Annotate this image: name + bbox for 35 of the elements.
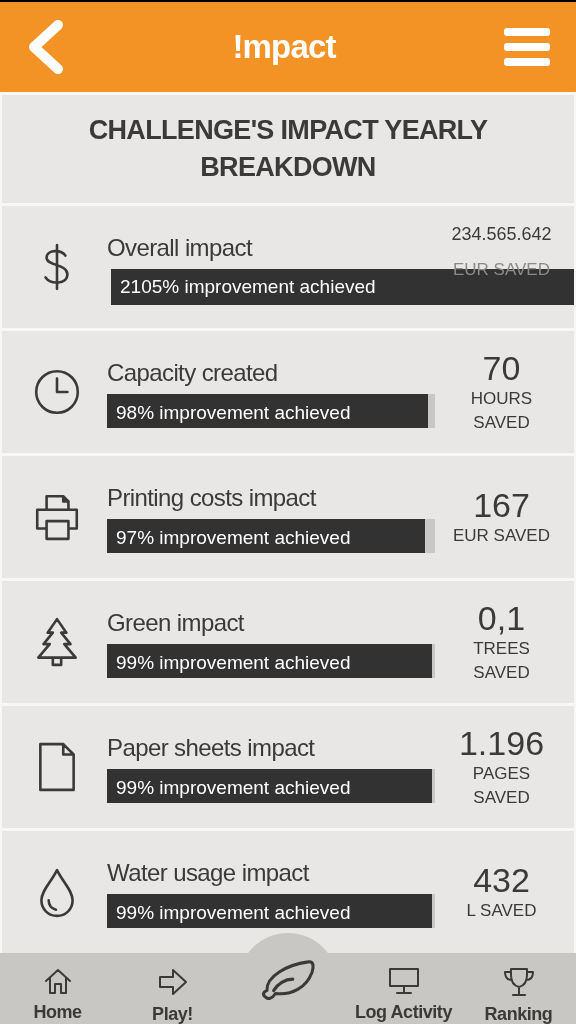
progress-label: 98% improvement achieved [116,401,351,425]
impact-title: Capacity created [107,358,279,388]
app-title: !mpact [232,27,336,68]
nav-tab[interactable]: Play! [115,953,230,1024]
saved-value: 70 [482,349,521,387]
impact-title: Water usage impact [107,858,311,888]
progress-label: 97% improvement achieved [116,526,351,550]
saved-value: 1.196 [458,724,545,762]
progress-label: 99% improvement achieved [116,651,351,675]
saved-unit: L SAVED [466,900,537,922]
impact-title: Paper sheets impact [107,733,316,763]
arrow-icon [156,967,189,997]
saved-unit: TREES SAVED [472,638,531,684]
trophy-icon [502,967,535,997]
saved-value: 234.565.642 [451,223,552,245]
saved-unit: HOURS SAVED [469,388,534,434]
nav-tab[interactable]: Home [0,953,115,1024]
saved-value: 432 [473,861,530,899]
impact-title: Green impact [107,608,246,638]
section-heading: CHALLENGE'S IMPACT YEARLY BREAKDOWN [87,114,489,184]
progress-label: 99% improvement achieved [116,776,351,800]
saved-unit: PAGES SAVED [471,763,532,809]
nav-tab[interactable]: Log Activity [346,953,461,1024]
progress-label: 99% improvement achieved [116,901,351,925]
impact-title: Overall impact [107,233,254,263]
monitor-icon [387,967,420,995]
home-icon [42,967,73,995]
back-icon[interactable] [26,20,64,74]
saved-value: 167 [473,486,530,524]
progress-label: 2105% improvement achieved [120,274,376,299]
saved-unit: EUR SAVED [453,525,550,547]
saved-value: 0,1 [477,599,526,637]
nav-tab[interactable]: Ranking [461,953,576,1024]
menu-icon[interactable] [504,28,550,66]
impact-title: Printing costs impact [107,483,318,513]
